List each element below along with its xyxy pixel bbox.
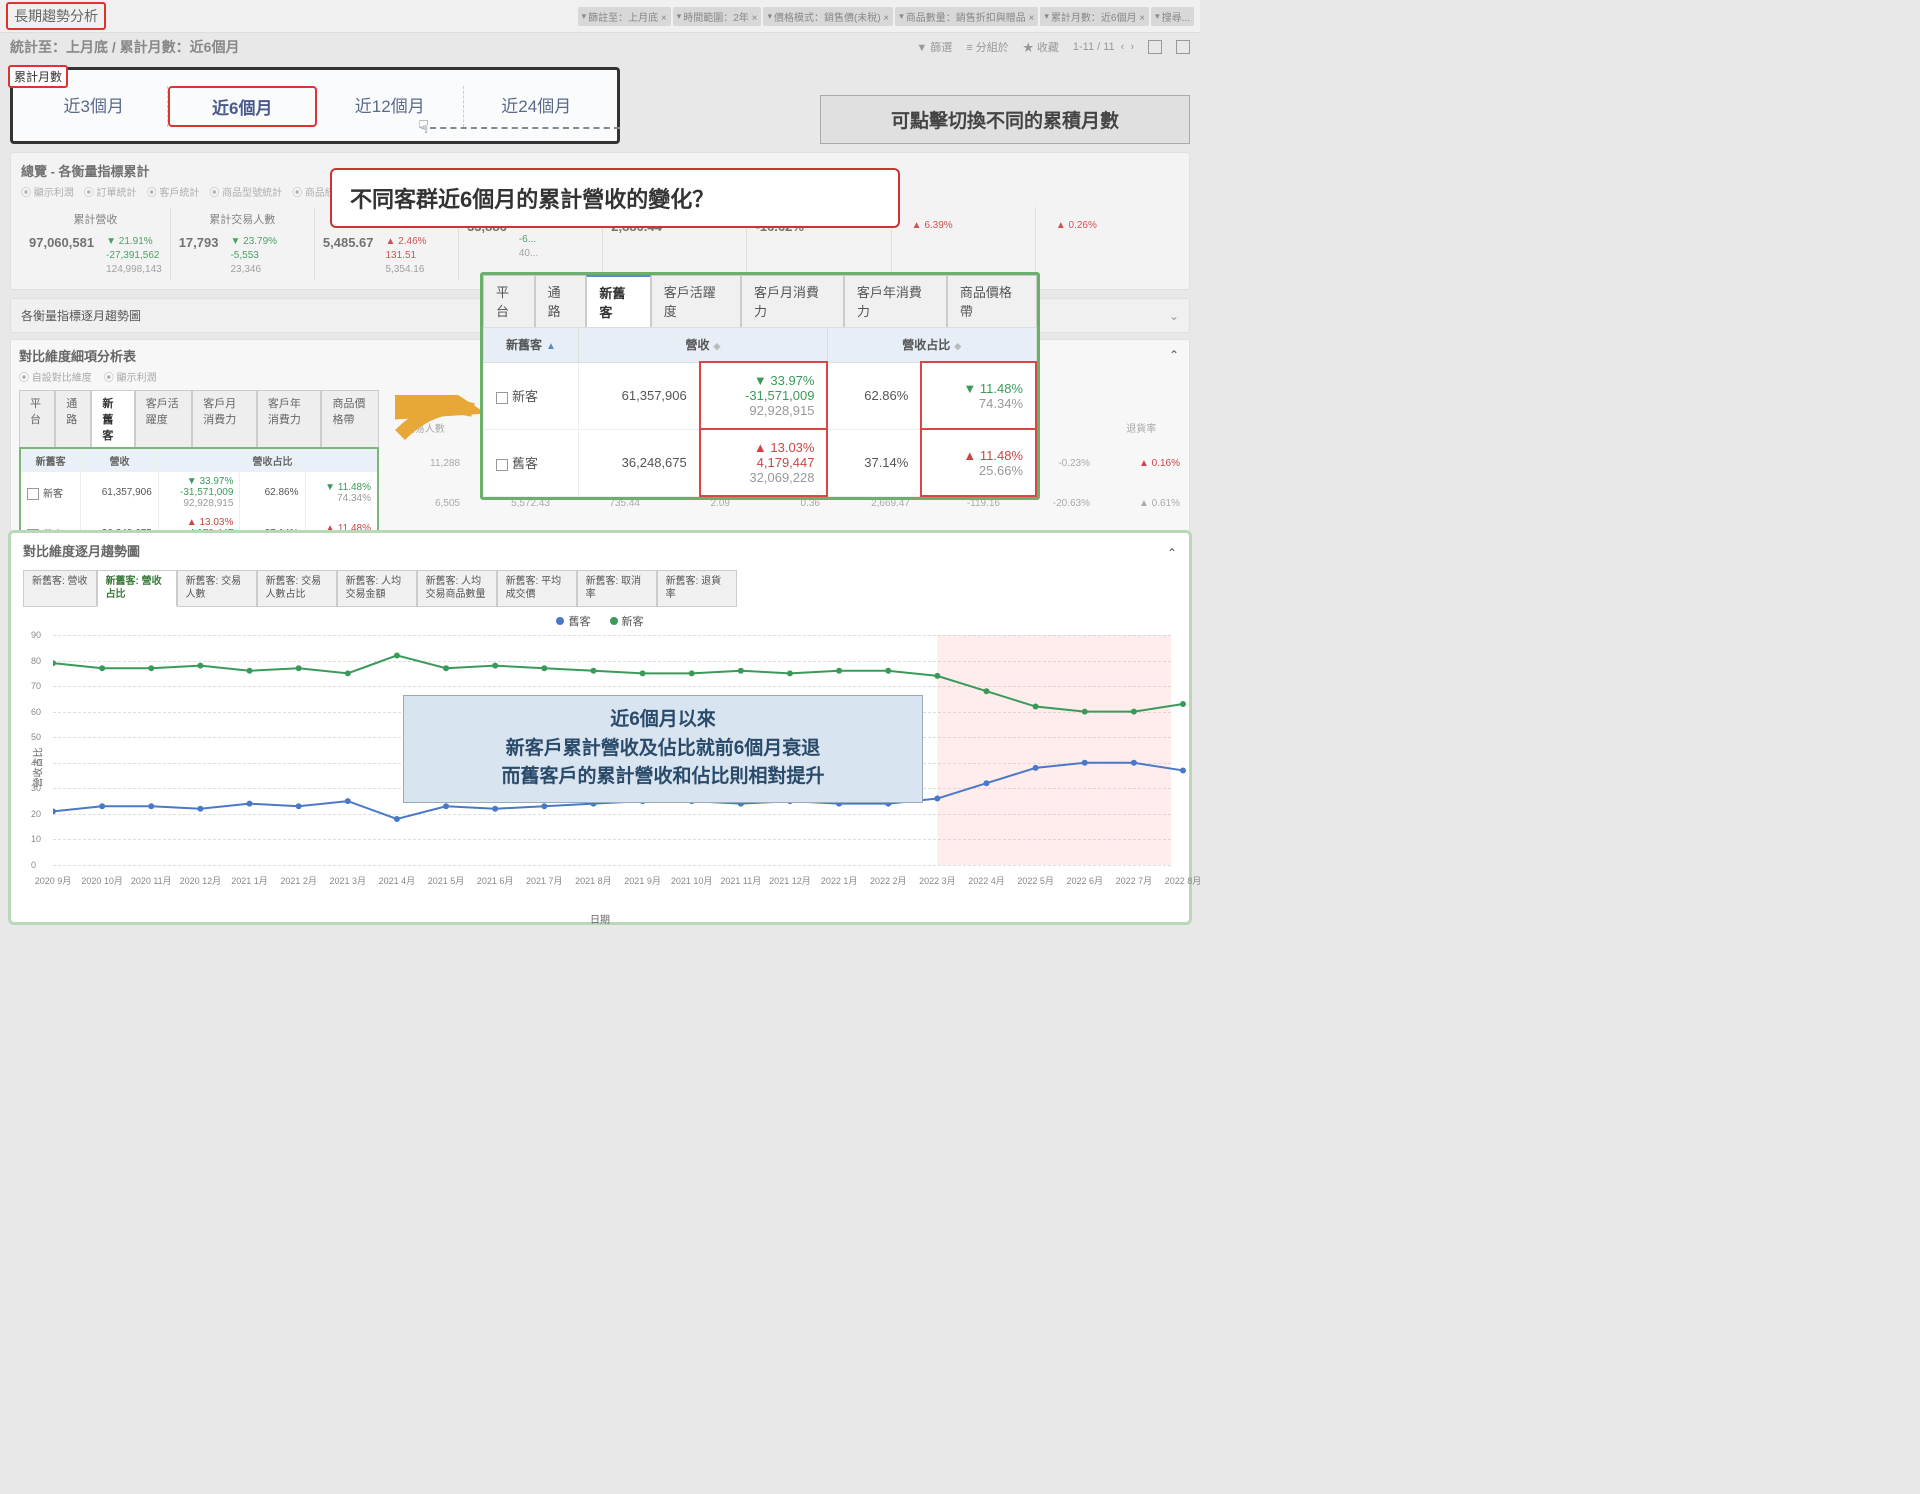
- chart-tab[interactable]: 新舊客: 人均交易金額: [337, 570, 417, 607]
- legend-item-new[interactable]: 新客: [610, 613, 644, 629]
- period-option[interactable]: 近24個月: [464, 86, 610, 127]
- overlay-table-grid: 新舊客▲營收◆營收占比◆ 新客 61,357,906 ▼ 33.97%-31,5…: [483, 327, 1037, 497]
- arrow-icon: [395, 395, 485, 445]
- pager-next-icon[interactable]: ›: [1130, 41, 1134, 53]
- chart-legend: 舊客 新客: [23, 613, 1177, 629]
- detail-subtab[interactable]: ⦿ 顯示利潤: [104, 369, 157, 384]
- detail-tabs: 平台通路新舊客客戶活躍度客戶月消費力客戶年消費力商品價格帶: [19, 390, 379, 447]
- chart-tab[interactable]: 新舊客: 營收占比: [97, 570, 177, 607]
- filter-chip[interactable]: ▾搜尋...: [1151, 7, 1194, 26]
- pager-text: 1-11 / 11: [1073, 41, 1115, 53]
- chevron-up-icon[interactable]: ⌃: [1169, 348, 1179, 362]
- summary-subtab[interactable]: ⦿ 訂單統計: [84, 184, 137, 199]
- table-row[interactable]: 新客61,357,906▼ 33.97%-31,571,00992,928,91…: [20, 472, 378, 513]
- chart-tab[interactable]: 新舊客: 人均交易商品數量: [417, 570, 497, 607]
- overlay-table: 平台通路新舊客客戶活躍度客戶月消費力客戶年消費力商品價格帶 新舊客▲營收◆營收占…: [480, 272, 1040, 500]
- page-title: 長期趨勢分析: [6, 2, 106, 30]
- chevron-up-icon[interactable]: ⌃: [1167, 546, 1177, 560]
- overlay-tab[interactable]: 客戶月消費力: [741, 275, 844, 327]
- detail-subtab[interactable]: ⦿ 自設對比維度: [19, 369, 92, 384]
- x-axis-label: 日期: [23, 911, 1177, 926]
- chart-tab[interactable]: 新舊客: 交易人數占比: [257, 570, 337, 607]
- filter-chip[interactable]: ▾商品數量：銷售折扣與贈品 ×: [895, 7, 1038, 26]
- top-bar: 長期趨勢分析 ▾篩註至：上月底 ×▾時間範圍：2年 ×▾價格模式：銷售價(未稅)…: [0, 0, 1200, 33]
- chart-tab[interactable]: 新舊客: 退貨率: [657, 570, 737, 607]
- chart-tab[interactable]: 新舊客: 平均成交價: [497, 570, 577, 607]
- period-option[interactable]: 近3個月: [21, 86, 168, 127]
- overlay-tab[interactable]: 新舊客: [586, 275, 650, 327]
- overlay-tab[interactable]: 通路: [535, 275, 587, 327]
- metric-card: 累計營收97,060,581▼ 21.91%-27,391,562124,998…: [21, 207, 171, 281]
- callout-period: 可點擊切換不同的累積月數: [820, 95, 1190, 144]
- chevron-down-icon: ⌄: [1169, 309, 1179, 323]
- chart-tabs: 新舊客: 營收新舊客: 營收占比新舊客: 交易人數新舊客: 交易人數占比新舊客:…: [23, 570, 1177, 607]
- period-label: 累計月數: [8, 65, 68, 88]
- metric-card: 累計交易人數17,793▼ 23.79%-5,55323,346: [171, 207, 315, 281]
- pager-prev-icon[interactable]: ‹: [1121, 41, 1125, 53]
- summary-subtab[interactable]: ⦿ 客戶統計: [147, 184, 200, 199]
- chart-callout: 近6個月以來新客戶累計營收及佔比就前6個月衰退而舊客戶的累計營收和佔比則相對提升: [403, 695, 923, 803]
- main-question-callout: 不同客群近6個月的累計營收的變化？: [330, 168, 900, 228]
- detail-tab[interactable]: 新舊客: [91, 390, 134, 447]
- summary-subtab[interactable]: ⦿ 商品型號統計: [209, 184, 282, 199]
- filter-chip[interactable]: ▾累計月數：近6個月 ×: [1040, 7, 1149, 26]
- filter-chip[interactable]: ▾篩註至：上月底 ×: [578, 7, 671, 26]
- detail-tab[interactable]: 客戶月消費力: [192, 390, 257, 447]
- overlay-tab[interactable]: 平台: [483, 275, 535, 327]
- detail-tab[interactable]: 商品價格帶: [321, 390, 379, 447]
- toolbar: ▼ 篩選 ≡ 分組於 ★ 收藏 1-11 / 11 ‹ ›: [916, 39, 1190, 55]
- grid-view-icon[interactable]: [1148, 40, 1162, 54]
- metric-card: ▲ 0.26%: [1036, 207, 1179, 281]
- list-view-icon[interactable]: [1176, 40, 1190, 54]
- favorite-tool[interactable]: ★ 收藏: [1023, 39, 1059, 55]
- filter-chip[interactable]: ▾價格模式：銷售價(未稅) ×: [763, 7, 893, 26]
- metric-card: ▲ 6.39%: [892, 207, 1036, 281]
- chart-title: 對比維度逐月趨勢圖: [23, 541, 140, 560]
- checkbox-icon[interactable]: [496, 459, 508, 471]
- subtitle-row: 統計至：上月底 / 累計月數：近6個月 ▼ 篩選 ≡ 分組於 ★ 收藏 1-11…: [0, 33, 1200, 61]
- chart-panel: 對比維度逐月趨勢圖 ⌃ 新舊客: 營收新舊客: 營收占比新舊客: 交易人數新舊客…: [8, 530, 1192, 925]
- table-row[interactable]: 舊客 36,248,675 ▲ 13.03%4,179,44732,069,22…: [484, 429, 1037, 496]
- chart-tab[interactable]: 新舊客: 營收: [23, 570, 97, 607]
- dash-line: [430, 127, 620, 129]
- filter-tool[interactable]: ▼ 篩選: [916, 39, 952, 55]
- group-tool[interactable]: ≡ 分組於: [966, 39, 1008, 55]
- overlay-tab[interactable]: 商品價格帶: [947, 275, 1037, 327]
- summary-subtab[interactable]: ⦿ 顯示利潤: [21, 184, 74, 199]
- chart-area: 營收占比 近6個月以來新客戶累計營收及佔比就前6個月衰退而舊客戶的累計營收和佔比…: [23, 635, 1177, 885]
- chart-tab[interactable]: 新舊客: 交易人數: [177, 570, 257, 607]
- overlay-tabs: 平台通路新舊客客戶活躍度客戶月消費力客戶年消費力商品價格帶: [483, 275, 1037, 327]
- filter-chip[interactable]: ▾時間範圍：2年 ×: [673, 7, 762, 26]
- cursor-icon: ☟: [418, 117, 429, 138]
- detail-tab[interactable]: 平台: [19, 390, 55, 447]
- detail-tab[interactable]: 客戶年消費力: [257, 390, 322, 447]
- filter-chips: ▾篩註至：上月底 ×▾時間範圍：2年 ×▾價格模式：銷售價(未稅) ×▾商品數量…: [578, 7, 1194, 26]
- period-option[interactable]: 近6個月: [168, 86, 318, 127]
- table-row[interactable]: 新客 61,357,906 ▼ 33.97%-31,571,00992,928,…: [484, 362, 1037, 429]
- overlay-tab[interactable]: 客戶年消費力: [844, 275, 947, 327]
- checkbox-icon[interactable]: [496, 392, 508, 404]
- detail-tab[interactable]: 客戶活躍度: [135, 390, 193, 447]
- chart-tab[interactable]: 新舊客: 取消率: [577, 570, 657, 607]
- breadcrumb: 統計至：上月底 / 累計月數：近6個月: [10, 37, 239, 57]
- panel-title: 各衡量指標逐月趨勢圖: [21, 307, 141, 324]
- detail-tab[interactable]: 通路: [55, 390, 91, 447]
- pager: 1-11 / 11 ‹ ›: [1073, 41, 1134, 53]
- legend-item-old[interactable]: 舊客: [556, 613, 590, 629]
- period-option[interactable]: 近12個月: [317, 86, 464, 127]
- overlay-tab[interactable]: 客戶活躍度: [651, 275, 741, 327]
